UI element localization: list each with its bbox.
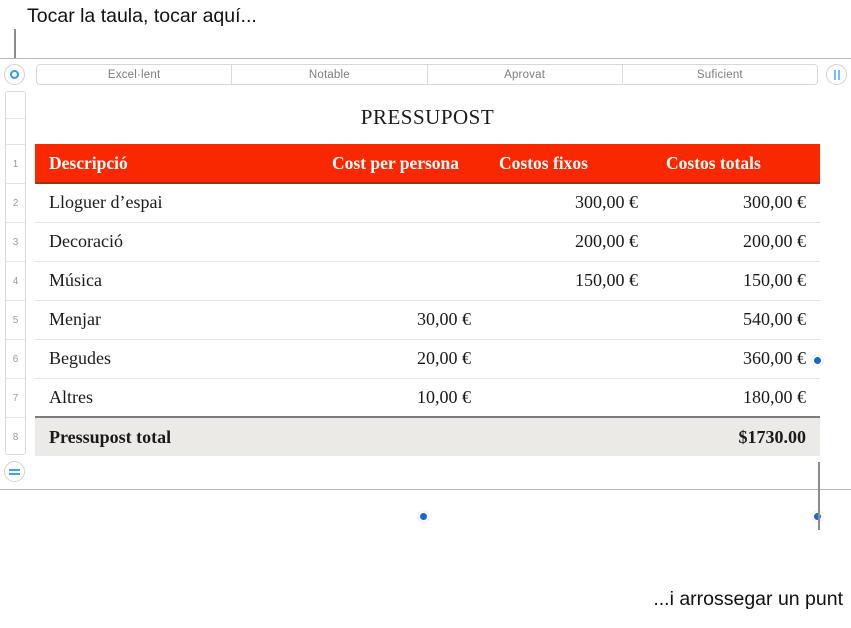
- callout-bottom-line-1: ...i arrossegar un punt: [653, 588, 843, 610]
- cell-total-costs[interactable]: 300,00 €: [652, 183, 820, 223]
- gutter-cell-row-8[interactable]: 8: [6, 418, 25, 454]
- cell-fixed-costs[interactable]: 300,00 €: [485, 183, 652, 223]
- column-header-cost-per-persona[interactable]: Cost per persona: [318, 144, 485, 184]
- gutter-cell-row-6[interactable]: 6: [6, 340, 25, 379]
- budget-table-grid[interactable]: Descripció Cost per persona Costos fixos…: [35, 144, 820, 456]
- row-grip-handle[interactable]: [4, 461, 25, 482]
- cell-description[interactable]: Lloguer d’espai: [35, 183, 318, 223]
- gutter-cell[interactable]: [6, 119, 25, 145]
- table-row[interactable]: Decoració 200,00 € 200,00 €: [35, 222, 820, 262]
- cell-total-costs[interactable]: 360,00 €: [652, 339, 820, 379]
- table-row[interactable]: Música 150,00 € 150,00 €: [35, 261, 820, 301]
- gutter-cell-row-5[interactable]: 5: [6, 301, 25, 340]
- gutter-cell-row-7[interactable]: 7: [6, 379, 25, 418]
- cell-fixed-costs[interactable]: 200,00 €: [485, 222, 652, 262]
- table-row[interactable]: Altres 10,00 € 180,00 €: [35, 378, 820, 418]
- callout-top-text: Tocar la taula, tocar aquí...: [27, 5, 257, 27]
- cell-total-fixed-costs[interactable]: [485, 416, 652, 456]
- column-header-costos-totals[interactable]: Costos totals: [652, 144, 820, 184]
- callout-bottom-text: ...i arrossegar un punt blau per canviar…: [653, 522, 843, 628]
- cell-total-costs[interactable]: 540,00 €: [652, 300, 820, 340]
- column-grip-handle[interactable]: [826, 64, 847, 85]
- gutter-cell-row-3[interactable]: 3: [6, 223, 25, 262]
- table-row[interactable]: Begudes 20,00 € 360,00 €: [35, 339, 820, 379]
- tab-notable[interactable]: Notable: [232, 65, 428, 84]
- callout-top-leader-line: [14, 29, 16, 60]
- column-header-costos-fixos[interactable]: Costos fixos: [485, 144, 652, 184]
- cell-description[interactable]: Menjar: [35, 300, 318, 340]
- cell-cost-per-person[interactable]: 30,00 €: [318, 300, 485, 340]
- cell-description[interactable]: Begudes: [35, 339, 318, 379]
- cell-cost-per-person[interactable]: [318, 261, 485, 301]
- table-total-row[interactable]: Pressupost total $1730.00: [35, 416, 820, 456]
- row-number-gutter[interactable]: 1 2 3 4 5 6 7 8: [5, 91, 26, 455]
- cell-description[interactable]: Música: [35, 261, 318, 301]
- tab-aprovat[interactable]: Aprovat: [427, 65, 623, 84]
- cell-fixed-costs[interactable]: [485, 339, 652, 379]
- cell-total-costs[interactable]: 150,00 €: [652, 261, 820, 301]
- cell-total-costs[interactable]: 200,00 €: [652, 222, 820, 262]
- gutter-cell[interactable]: [6, 92, 25, 119]
- sheet-tab-bar[interactable]: Excel·lent Notable Aprovat Suficient: [36, 64, 818, 85]
- budget-table[interactable]: PRESSUPOST Descripció Cost per persona C…: [35, 91, 820, 456]
- cell-grand-total[interactable]: $1730.00: [652, 416, 820, 456]
- cell-fixed-costs[interactable]: [485, 300, 652, 340]
- table-row[interactable]: Menjar 30,00 € 540,00 €: [35, 300, 820, 340]
- tab-excellent[interactable]: Excel·lent: [37, 65, 233, 84]
- column-header-descripcio[interactable]: Descripció: [35, 144, 318, 184]
- cell-cost-per-person[interactable]: 10,00 €: [318, 378, 485, 418]
- vertical-bars-icon: [833, 69, 840, 80]
- cell-description[interactable]: Decoració: [35, 222, 318, 262]
- select-table-handle[interactable]: [4, 64, 25, 85]
- cell-total-costs[interactable]: 180,00 €: [652, 378, 820, 418]
- table-row[interactable]: Lloguer d’espai 300,00 € 300,00 €: [35, 183, 820, 223]
- screenshot-stage: Tocar la taula, tocar aquí... Excel·lent…: [0, 0, 851, 628]
- resize-handle-bottom[interactable]: [418, 511, 429, 522]
- cell-fixed-costs[interactable]: 150,00 €: [485, 261, 652, 301]
- cell-description[interactable]: Altres: [35, 378, 318, 418]
- cell-fixed-costs[interactable]: [485, 378, 652, 418]
- cell-total-cost-per-person[interactable]: [318, 416, 485, 456]
- gutter-cell-row-2[interactable]: 2: [6, 184, 25, 223]
- gutter-cell-row-4[interactable]: 4: [6, 262, 25, 301]
- tab-suficient[interactable]: Suficient: [622, 65, 817, 84]
- document-canvas: Excel·lent Notable Aprovat Suficient 1 2…: [0, 58, 851, 490]
- cell-cost-per-person[interactable]: [318, 222, 485, 262]
- table-title: PRESSUPOST: [360, 105, 495, 129]
- equals-bars-icon: [9, 468, 20, 475]
- cell-cost-per-person[interactable]: [318, 183, 485, 223]
- callout-bottom-leader-line: [818, 462, 820, 530]
- resize-handle-right[interactable]: [812, 355, 823, 366]
- cell-cost-per-person[interactable]: 20,00 €: [318, 339, 485, 379]
- gutter-cell-row-1[interactable]: 1: [6, 145, 25, 184]
- cell-total-label[interactable]: Pressupost total: [35, 416, 318, 456]
- table-header-row: Descripció Cost per persona Costos fixos…: [35, 144, 820, 184]
- circle-ring-icon: [10, 70, 19, 79]
